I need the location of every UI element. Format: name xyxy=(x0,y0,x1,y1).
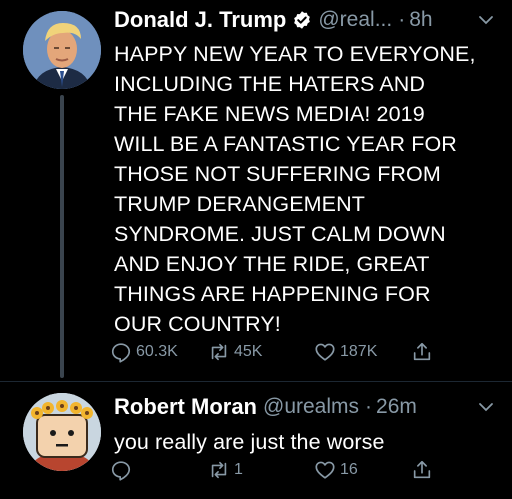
share-icon xyxy=(413,342,431,361)
like-count: 16 xyxy=(340,461,358,478)
retweet-button[interactable]: 45K xyxy=(208,341,262,363)
share-icon xyxy=(413,460,431,479)
verified-badge-icon xyxy=(294,11,311,29)
tweet-timestamp[interactable]: 8h xyxy=(409,8,432,32)
share-button[interactable] xyxy=(411,341,433,363)
tweet-actions: 1 16 xyxy=(110,459,440,487)
separator-dot: · xyxy=(365,395,373,418)
avatar[interactable] xyxy=(23,11,101,89)
avatar-portrait-image xyxy=(23,11,101,89)
tweet-content: Robert Moran @urealms · 26m you really a… xyxy=(114,390,502,457)
author-handle[interactable]: @urealms xyxy=(263,395,359,419)
heart-icon xyxy=(315,343,335,361)
tweet-thread: Donald J. Trump @real... · 8h HAPPY NEW … xyxy=(0,0,512,499)
thread-connector-line xyxy=(60,95,64,378)
reply-icon xyxy=(111,343,131,363)
tweet-text: HAPPY NEW YEAR TO EVERYONE, INCLUDING TH… xyxy=(114,42,476,336)
reply-icon xyxy=(111,461,131,481)
retweet-icon xyxy=(211,343,227,361)
retweet-icon xyxy=(211,461,227,479)
avatar[interactable] xyxy=(23,393,101,471)
like-count: 187K xyxy=(340,343,378,360)
chevron-down-icon[interactable] xyxy=(478,12,494,28)
tweet-content: Donald J. Trump @real... · 8h HAPPY NEW … xyxy=(114,3,502,339)
chevron-down-icon[interactable] xyxy=(478,399,494,415)
author-handle[interactable]: @real... xyxy=(318,8,392,32)
tweet-header: Robert Moran @urealms · 26m xyxy=(114,390,502,424)
tweet[interactable]: Donald J. Trump @real... · 8h HAPPY NEW … xyxy=(0,0,512,382)
separator-dot: · xyxy=(398,8,406,31)
like-button[interactable]: 16 xyxy=(314,459,358,481)
share-button[interactable] xyxy=(411,459,433,481)
retweet-count: 1 xyxy=(234,461,243,478)
tweet-actions: 60.3K 45K 187K xyxy=(110,341,440,369)
reply-count: 60.3K xyxy=(136,343,178,360)
reply-button[interactable] xyxy=(110,459,136,481)
retweet-count: 45K xyxy=(234,343,263,360)
author-name[interactable]: Donald J. Trump xyxy=(114,7,286,33)
like-button[interactable]: 187K xyxy=(314,341,377,363)
tweet[interactable]: Robert Moran @urealms · 26m you really a… xyxy=(0,382,512,499)
retweet-button[interactable]: 1 xyxy=(208,459,243,481)
tweet-text: you really are just the worse xyxy=(114,430,385,454)
reply-button[interactable]: 60.3K xyxy=(110,341,178,363)
avatar-cartoon-image xyxy=(23,393,101,471)
tweet-header: Donald J. Trump @real... · 8h xyxy=(114,3,502,37)
heart-icon xyxy=(315,461,335,479)
tweet-timestamp[interactable]: 26m xyxy=(376,395,417,419)
author-name[interactable]: Robert Moran xyxy=(114,394,257,420)
